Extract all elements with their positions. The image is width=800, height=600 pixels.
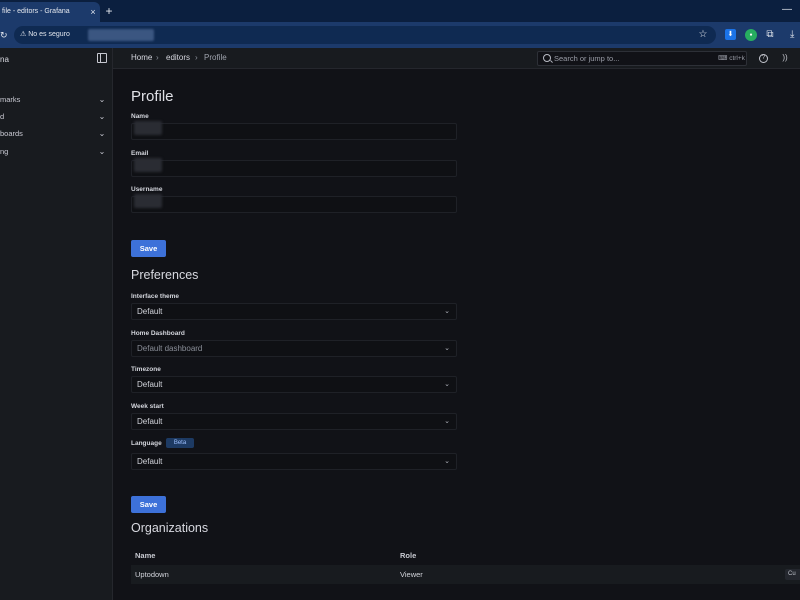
beta-badge: Beta — [166, 438, 194, 448]
email-field[interactable] — [132, 161, 456, 176]
sidebar-item-dashboards[interactable]: boards ⌄ — [0, 127, 112, 141]
current-org-button[interactable]: Cu — [785, 569, 800, 580]
timezone-label: Timezone — [131, 366, 161, 373]
chevron-down-icon: ⌄ — [444, 458, 450, 465]
preferences-save-button[interactable]: Save — [131, 496, 166, 513]
search-icon — [543, 54, 551, 62]
breadcrumb-separator: › — [156, 53, 159, 62]
name-label: Name — [131, 113, 149, 120]
browser-tab[interactable]: file - editors - Grafana — [0, 2, 100, 22]
chevron-down-icon: ⌄ — [444, 381, 450, 388]
email-label: Email — [131, 150, 149, 157]
organizations-title: Organizations — [131, 521, 209, 535]
chevron-down-icon[interactable]: ⌄ — [97, 93, 107, 107]
org-role: Viewer — [400, 570, 423, 579]
breadcrumb-separator: › — [195, 53, 198, 62]
breadcrumb-home[interactable]: Home — [131, 48, 152, 68]
interface-theme-select[interactable]: Default ⌄ — [131, 303, 457, 320]
chevron-down-icon[interactable]: ⌄ — [97, 145, 107, 159]
url-omnibox[interactable]: ⚠ No es seguro — [14, 26, 716, 44]
download-icon[interactable]: ⤓ — [790, 28, 800, 41]
sidebar-item-bookmarks[interactable]: marks ⌄ — [0, 93, 112, 107]
sidebar-brand: na — [0, 55, 9, 64]
browser-address-bar: ↻ ⚠ No es seguro ☆ ⬇ ● ⧉ ⤓ — [0, 22, 800, 48]
reload-icon[interactable]: ↻ — [0, 28, 8, 42]
profile-save-button[interactable]: Save — [131, 240, 166, 257]
sidebar-item-label: marks — [0, 95, 21, 104]
home-dashboard-label: Home Dashboard — [131, 330, 185, 337]
sidebar-item-label: ng — [0, 147, 9, 156]
chevron-down-icon: ⌄ — [444, 308, 450, 315]
breadcrumb-editors[interactable]: editors — [166, 48, 190, 68]
sidebar-item-alerting[interactable]: ng ⌄ — [0, 145, 112, 159]
page-title: Profile — [131, 88, 174, 105]
preferences-title: Preferences — [131, 268, 199, 282]
name-field[interactable] — [132, 124, 456, 139]
select-value: Default — [137, 457, 163, 466]
org-name: Uptodown — [135, 570, 169, 579]
extension-icon[interactable]: ⬇ — [725, 29, 736, 40]
timezone-select[interactable]: Default ⌄ — [131, 376, 457, 393]
tab-title: file - editors - Grafana — [2, 8, 70, 15]
name-field-container — [131, 121, 457, 140]
sidebar-item-label: d — [0, 112, 5, 121]
language-select[interactable]: Default ⌄ — [131, 453, 457, 470]
help-icon[interactable]: ? — [759, 54, 768, 63]
week-start-select[interactable]: Default ⌄ — [131, 413, 457, 430]
table-row: Uptodown Viewer Cu — [131, 565, 800, 584]
username-field-container — [131, 194, 457, 213]
main-content: Profile Name Email Username Save Prefere… — [113, 69, 800, 600]
organizations-table-header: Name Role — [131, 549, 800, 563]
chevron-down-icon[interactable]: ⌄ — [97, 110, 107, 124]
username-label: Username — [131, 186, 163, 193]
tab-close-icon[interactable]: × — [86, 2, 100, 22]
security-indicator[interactable]: ⚠ No es seguro — [20, 27, 70, 43]
select-value: Default — [137, 307, 163, 316]
new-tab-button[interactable]: + — [102, 2, 116, 20]
column-header-role: Role — [400, 551, 417, 560]
select-placeholder: Default dashboard — [137, 344, 203, 353]
keyboard-shortcut-hint: ⌨ ctrl+k — [718, 55, 745, 62]
window-minimize-button[interactable]: — — [778, 2, 796, 20]
sidebar-item-starred[interactable]: d ⌄ — [0, 110, 112, 124]
search-placeholder: Search or jump to... — [554, 54, 620, 63]
select-value: Default — [137, 380, 163, 389]
sidebar: na marks ⌄ d ⌄ boards ⌄ ng ⌄ — [0, 48, 113, 600]
search-bar[interactable]: Search or jump to... ⌨ ctrl+k — [537, 51, 747, 66]
email-field-container — [131, 158, 457, 177]
news-feed-icon[interactable]: )) — [780, 53, 790, 63]
url-text-redacted — [88, 29, 154, 41]
username-field[interactable] — [132, 197, 456, 212]
week-start-label: Week start — [131, 403, 164, 410]
sidebar-item-label: boards — [0, 129, 23, 138]
bookmark-star-icon[interactable]: ☆ — [697, 28, 709, 42]
extensions-puzzle-icon[interactable]: ⧉ — [764, 28, 776, 41]
interface-theme-label: Interface theme — [131, 293, 180, 300]
browser-tab-bar: file - editors - Grafana × + — — [0, 0, 800, 22]
chevron-down-icon: ⌄ — [444, 418, 450, 425]
chevron-down-icon[interactable]: ⌄ — [97, 127, 107, 141]
column-header-name: Name — [135, 551, 156, 560]
dock-menu-icon[interactable] — [97, 53, 107, 63]
grafana-topbar: Home › editors › Profile Search or jump … — [113, 48, 800, 69]
home-dashboard-select[interactable]: Default dashboard ⌄ — [131, 340, 457, 357]
breadcrumb-profile: Profile — [204, 53, 227, 62]
select-value: Default — [137, 417, 163, 426]
extension-icon[interactable]: ● — [745, 29, 757, 41]
chevron-down-icon: ⌄ — [444, 345, 450, 352]
language-label: Language — [131, 440, 162, 447]
